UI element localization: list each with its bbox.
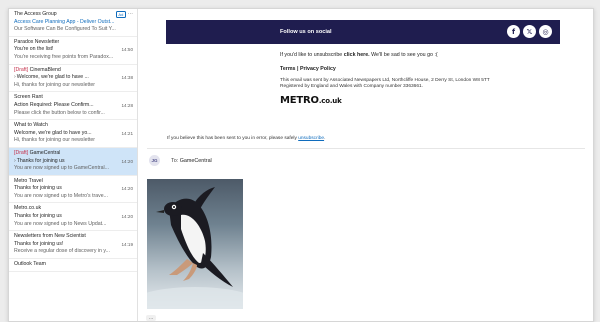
social-bar: Follow us on social f 𝕏 ◎	[166, 20, 560, 44]
terms-line: Terms | Privacy Policy	[280, 66, 336, 72]
see-more-button[interactable]: ...	[146, 315, 157, 321]
penguin-image[interactable]	[147, 179, 243, 309]
message-list-item[interactable]: [Draft] CinemaBlend ›Welcome, we're glad …	[9, 65, 137, 93]
message-sender: Screen Rant	[14, 94, 43, 101]
message-time: 14:28	[121, 102, 134, 108]
message-sender: Newsletters from New Scientist	[14, 233, 86, 240]
message-subject: ›Thanks for joining us	[14, 157, 65, 164]
message-sender: Paradox Newsletter	[14, 38, 60, 45]
penguin-illustration	[147, 187, 243, 309]
message-list-item[interactable]: Outlook Team	[9, 259, 137, 272]
metro-logo: METRO.co.uk	[280, 95, 342, 107]
message-preview: Hi, thanks for joining our newsletter	[14, 81, 96, 88]
message-list-item[interactable]: What to Watch Welcome, we're glad to have…	[9, 120, 137, 148]
draft-header: JG To: GameCentral	[149, 155, 212, 166]
ad-badge: Ad	[115, 11, 126, 19]
draft-tag: [Draft]	[14, 149, 29, 156]
thread-chevron-icon[interactable]: ›	[14, 74, 16, 80]
social-title: Follow us on social	[280, 29, 332, 35]
message-preview: You're receiving free points from Parado…	[14, 53, 114, 60]
message-subject: ›Welcome, we're glad to have ...	[14, 74, 89, 81]
message-preview: You are now signed up to News Updat...	[14, 220, 107, 227]
email-footer: Follow us on social f 𝕏 ◎ If you'd like …	[166, 20, 560, 106]
footer-text: If you'd like to unsubscribe click here.…	[166, 44, 560, 106]
message-subject: You're on the list!	[14, 46, 54, 53]
recipient-name: GameCentral	[179, 157, 212, 164]
message-list-item[interactable]: [Draft] GameCentral ›Thanks for joining u…	[9, 147, 137, 176]
message-time: 14:38	[121, 75, 134, 81]
message-list[interactable]: The Access Group Ad ··· Access Care Plannin…	[9, 9, 138, 321]
facebook-icon[interactable]: f	[507, 25, 520, 38]
message-sender: [Draft] GameCentral	[14, 149, 61, 156]
message-list-item[interactable]: The Access Group Ad ··· Access Care Plannin…	[9, 9, 137, 37]
message-subject: Thanks for joining us	[14, 185, 62, 192]
message-subject: Access Care Planning App - Deliver Outst…	[14, 18, 115, 25]
x-icon[interactable]: 𝕏	[523, 25, 536, 38]
legal-text: This email was sent by Associated Newspa…	[280, 78, 490, 90]
message-list-item[interactable]: Metro Travel Thanks for joining us 14:20 Yo…	[9, 176, 137, 204]
terms-link[interactable]: Terms	[280, 66, 296, 72]
divider	[147, 148, 585, 149]
message-list-item[interactable]: Metro.co.uk Thanks for joining us 14:20 You…	[9, 203, 137, 232]
message-time: 14:20	[121, 158, 134, 164]
privacy-link[interactable]: Privacy Policy	[300, 66, 336, 72]
message-sender: Metro.co.uk	[14, 205, 42, 212]
reading-pane: Follow us on social f 𝕏 ◎ If you'd like …	[139, 9, 593, 321]
message-subject: Action Required: Please Confirm...	[14, 101, 94, 108]
message-preview: Hi, thanks for joining our newsletter	[14, 137, 96, 144]
message-preview: Our Software Can Be Configured To Suit Y…	[14, 26, 116, 33]
to-line[interactable]: To: GameCentral	[171, 158, 212, 164]
message-list-item[interactable]: Paradox Newsletter You're on the list! 14:…	[9, 37, 137, 65]
social-icons: f 𝕏 ◎	[507, 25, 552, 38]
message-time: 14:20	[121, 214, 134, 220]
unsubscribe-line: If you'd like to unsubscribe click here.…	[280, 52, 438, 58]
message-preview: You are now signed up to GameCentral...	[14, 165, 109, 172]
message-list-item[interactable]: Screen Rant Action Required: Please Confi…	[9, 92, 137, 121]
unsubscribe-link-footer[interactable]: unsubscribe	[298, 136, 324, 141]
message-subject: Welcome, we're glad to have yo...	[14, 129, 92, 136]
message-sender: Outlook Team	[14, 261, 46, 268]
message-subject: Thanks for joining us	[14, 213, 62, 220]
message-list-item[interactable]: Newsletters from New Scientist Thanks for…	[9, 231, 137, 260]
message-preview: Please click the button below to confir.…	[14, 109, 105, 116]
message-sender: What to Watch	[14, 122, 48, 129]
unsubscribe-link[interactable]: click here.	[344, 52, 370, 58]
avatar: JG	[149, 155, 160, 166]
message-time: 14:20	[121, 186, 134, 192]
message-sender: Metro Travel	[14, 177, 43, 184]
message-time: 14:50	[121, 47, 134, 53]
more-options-icon[interactable]: ···	[128, 11, 133, 19]
message-preview: You are now signed up to Metro's trave..…	[14, 192, 108, 199]
message-preview: Receive a regular dose of discovery in y…	[14, 248, 110, 255]
message-subject: Thanks for joining us!	[14, 240, 64, 247]
message-time: 14:19	[121, 241, 134, 247]
thread-chevron-icon[interactable]: ›	[14, 158, 16, 164]
message-time: 14:21	[121, 130, 134, 136]
draft-tag: [Draft]	[14, 66, 29, 73]
outlook-window: The Access Group Ad ··· Access Care Plannin…	[8, 8, 594, 322]
message-sender: The Access Group	[14, 11, 57, 17]
message-sender: [Draft] CinemaBlend	[14, 66, 61, 73]
error-unsubscribe-line: If you believe this has been sent to you…	[167, 136, 326, 141]
instagram-icon[interactable]: ◎	[539, 25, 552, 38]
